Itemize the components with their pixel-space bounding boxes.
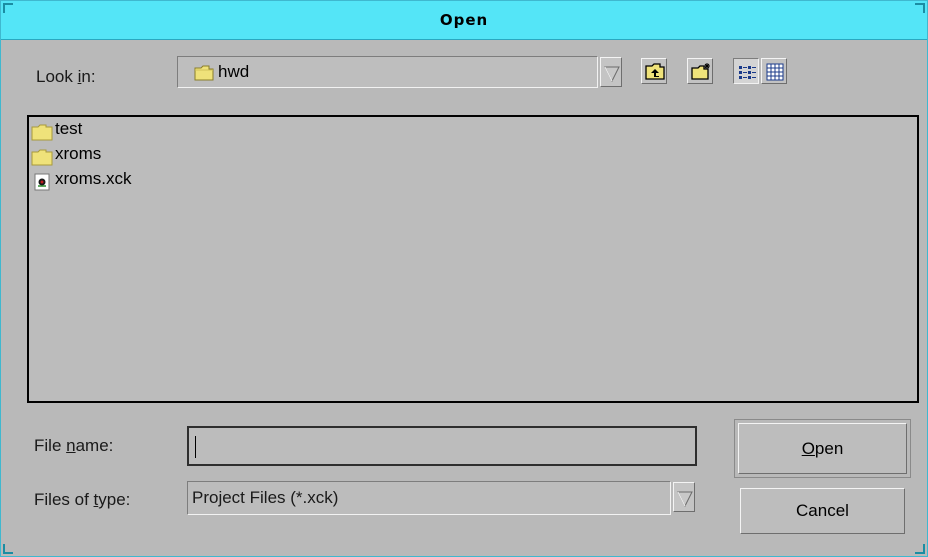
open-button-label: pen [814,439,844,458]
file-name-label: File name: [34,436,113,456]
window-corner-top-right[interactable] [915,3,925,13]
folder-icon [194,65,214,81]
files-of-type-value: Project Files (*.xck) [192,488,339,507]
files-of-type-label: Files of type: [34,490,130,510]
window-corner-bottom-left[interactable] [3,544,13,554]
cancel-button[interactable]: Cancel [740,488,905,534]
project-file-icon [34,173,50,191]
list-item-test[interactable]: test [31,119,151,143]
file-name-label: xroms.xck [55,169,132,188]
files-of-type-label-suffix: ype: [98,490,131,509]
up-one-level-icon [645,63,665,80]
file-name-label-prefix: File [34,436,67,455]
folder-icon [31,149,53,166]
window-corner-bottom-right[interactable] [915,544,925,554]
title-bar[interactable]: Open [1,1,927,40]
open-button[interactable]: Open [738,423,907,474]
files-of-type-dropdown-button[interactable] [673,482,695,512]
chevron-down-icon [677,491,693,508]
look-in-dropdown-button[interactable] [600,57,622,87]
cancel-button-label: Cancel [796,501,849,520]
look-in-label-prefix: Look [36,67,78,86]
look-in-label-suffix: n: [81,67,96,86]
look-in-label: Look in: [36,67,96,87]
up-one-level-button[interactable] [641,58,667,84]
dialog-title: Open [439,11,489,29]
details-view-icon [766,63,784,81]
look-in-value: hwd [218,62,250,81]
files-of-type-combobox[interactable]: Project Files (*.xck) [187,481,671,515]
open-dialog: Open Look in: hwd test xroms xroms.xck F… [0,0,928,557]
file-name-input[interactable] [187,426,697,466]
file-name-label: test [55,119,83,138]
text-cursor [195,436,196,458]
chevron-down-icon [604,66,620,83]
list-item-xroms[interactable]: xroms [31,144,151,168]
window-corner-top-left[interactable] [3,3,13,13]
file-name-label: xroms [55,144,102,163]
list-view-icon [739,66,756,79]
look-in-combobox[interactable]: hwd [177,56,598,88]
create-new-folder-button[interactable] [687,58,713,84]
file-name-label-mnemonic: n [66,436,76,455]
list-item-xroms-xck[interactable]: xroms.xck [31,169,171,193]
create-new-folder-icon [691,63,710,80]
file-name-label-suffix: ame: [75,436,114,455]
details-view-button[interactable] [761,58,787,84]
folder-icon [31,124,53,141]
open-button-mnemonic: O [801,439,815,458]
list-view-button[interactable] [733,58,759,84]
file-list[interactable]: test xroms xroms.xck [27,115,919,403]
files-of-type-label-prefix: Files of [34,490,94,509]
